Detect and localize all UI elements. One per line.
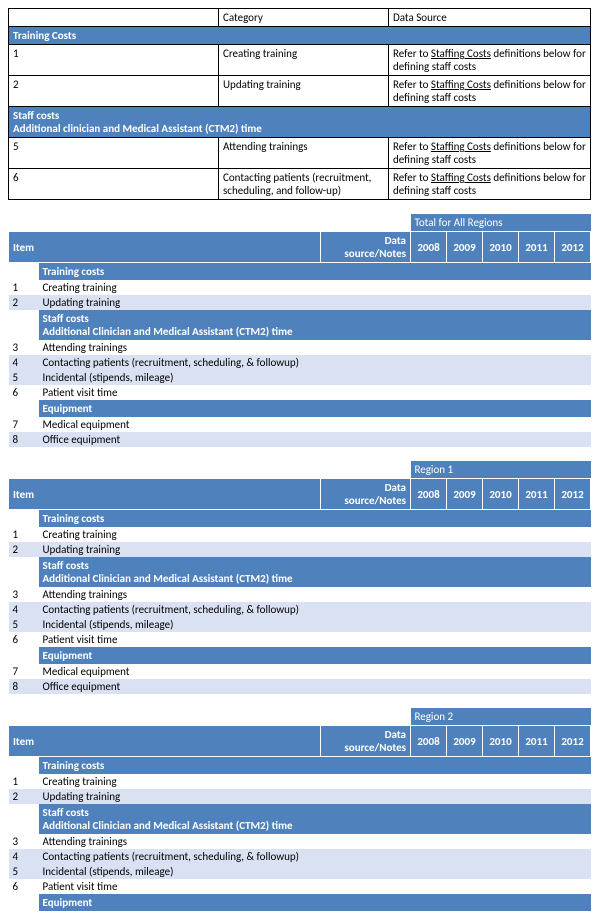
top-datasource-header: Data Source bbox=[389, 9, 591, 27]
item-header: Item bbox=[9, 232, 321, 263]
row-num: 5 bbox=[9, 138, 219, 169]
table-row: 5Incidental (stipends, mileage) bbox=[9, 370, 591, 385]
region-table-all: Total for All Regions Item Data source/N… bbox=[8, 214, 591, 447]
year-header: 2009 bbox=[447, 232, 483, 263]
region-title: Total for All Regions bbox=[411, 214, 591, 232]
top-blank-header bbox=[9, 9, 219, 27]
top-section-training: Training Costs bbox=[9, 27, 591, 45]
region-block-2: Region 2 Item Data source/Notes 2008 200… bbox=[8, 708, 591, 911]
top-row-5: 5 Attending trainings Refer to Staffing … bbox=[9, 138, 591, 169]
section-equipment: Equipment bbox=[9, 647, 591, 664]
section-training: Training costs bbox=[9, 263, 591, 281]
training-costs-header: Training Costs bbox=[9, 27, 591, 45]
row-category: Attending trainings bbox=[219, 138, 389, 169]
top-row-1: 1 Creating training Refer to Staffing Co… bbox=[9, 45, 591, 76]
table-row: 4Contacting patients (recruitment, sched… bbox=[9, 355, 591, 370]
row-datasource: Refer to Staffing Costs definitions belo… bbox=[389, 76, 591, 107]
top-row-6: 6 Contacting patients (recruitment, sche… bbox=[9, 169, 591, 200]
table-row: 5Incidental (stipends, mileage) bbox=[9, 864, 591, 879]
definitions-table: Category Data Source Training Costs 1 Cr… bbox=[8, 8, 591, 200]
section-staff: Staff costsAdditional Clinician and Medi… bbox=[9, 804, 591, 834]
item-header: Item bbox=[9, 479, 321, 510]
table-row: 7Medical equipment bbox=[9, 664, 591, 679]
section-equipment: Equipment bbox=[9, 894, 591, 911]
row-category: Updating training bbox=[219, 76, 389, 107]
region-block-1: Region 1 Item Data source/Notes 2008 200… bbox=[8, 461, 591, 694]
section-training: Training costs bbox=[9, 757, 591, 775]
year-header: 2008 bbox=[411, 479, 447, 510]
table-row: 2Updating training bbox=[9, 789, 591, 804]
section-staff: Staff costsAdditional Clinician and Medi… bbox=[9, 310, 591, 340]
region-block-all: Total for All Regions Item Data source/N… bbox=[8, 214, 591, 447]
year-header: 2012 bbox=[555, 726, 591, 757]
staffing-costs-link: Staffing Costs bbox=[431, 140, 491, 153]
table-row: 1Creating training bbox=[9, 527, 591, 542]
notes-header: Data source/Notes bbox=[321, 232, 411, 263]
year-header: 2011 bbox=[519, 232, 555, 263]
top-row-2: 2 Updating training Refer to Staffing Co… bbox=[9, 76, 591, 107]
table-row: 4Contacting patients (recruitment, sched… bbox=[9, 849, 591, 864]
table-row: 6Patient visit time bbox=[9, 632, 591, 647]
row-num: 6 bbox=[9, 169, 219, 200]
row-category: Contacting patients (recruitment, schedu… bbox=[219, 169, 389, 200]
year-header: 2012 bbox=[555, 232, 591, 263]
table-row: 3Attending trainings bbox=[9, 834, 591, 849]
table-row: 8Office equipment bbox=[9, 679, 591, 694]
row-datasource: Refer to Staffing Costs definitions belo… bbox=[389, 45, 591, 76]
row-num: 1 bbox=[9, 45, 219, 76]
region-title-row: Total for All Regions bbox=[9, 214, 591, 232]
year-header: 2011 bbox=[519, 726, 555, 757]
table-row: 6Patient visit time bbox=[9, 879, 591, 894]
table-row: 8Office equipment bbox=[9, 432, 591, 447]
table-row: 1Creating training bbox=[9, 774, 591, 789]
table-row: 6Patient visit time bbox=[9, 385, 591, 400]
top-section-staff: Staff costs Additional clinician and Med… bbox=[9, 107, 591, 138]
row-num: 2 bbox=[9, 76, 219, 107]
table-row: 5Incidental (stipends, mileage) bbox=[9, 617, 591, 632]
notes-header: Data source/Notes bbox=[321, 479, 411, 510]
row-datasource: Refer to Staffing Costs definitions belo… bbox=[389, 138, 591, 169]
staffing-costs-link: Staffing Costs bbox=[431, 47, 491, 60]
table-row: 3Attending trainings bbox=[9, 587, 591, 602]
table-row: 7Medical equipment bbox=[9, 417, 591, 432]
region-title: Region 1 bbox=[411, 461, 591, 479]
year-header: 2012 bbox=[555, 479, 591, 510]
year-header: 2011 bbox=[519, 479, 555, 510]
table-row: 3Attending trainings bbox=[9, 340, 591, 355]
year-header: 2008 bbox=[411, 726, 447, 757]
year-header: 2010 bbox=[483, 479, 519, 510]
region-table-1: Region 1 Item Data source/Notes 2008 200… bbox=[8, 461, 591, 694]
region-header-row: Item Data source/Notes 2008 2009 2010 20… bbox=[9, 479, 591, 510]
region-title: Region 2 bbox=[411, 708, 591, 726]
table-row: 2Updating training bbox=[9, 295, 591, 310]
region-header-row: Item Data source/Notes 2008 2009 2010 20… bbox=[9, 726, 591, 757]
table-row: 4Contacting patients (recruitment, sched… bbox=[9, 602, 591, 617]
section-equipment: Equipment bbox=[9, 400, 591, 417]
staff-costs-header: Staff costs Additional clinician and Med… bbox=[9, 107, 591, 138]
year-header: 2009 bbox=[447, 726, 483, 757]
year-header: 2010 bbox=[483, 232, 519, 263]
table-row: 1Creating training bbox=[9, 280, 591, 295]
section-training: Training costs bbox=[9, 510, 591, 528]
row-datasource: Refer to Staffing Costs definitions belo… bbox=[389, 169, 591, 200]
staffing-costs-link: Staffing Costs bbox=[431, 171, 491, 184]
region-title-row: Region 1 bbox=[9, 461, 591, 479]
row-category: Creating training bbox=[219, 45, 389, 76]
notes-header: Data source/Notes bbox=[321, 726, 411, 757]
region-header-row: Item Data source/Notes 2008 2009 2010 20… bbox=[9, 232, 591, 263]
region-table-2: Region 2 Item Data source/Notes 2008 200… bbox=[8, 708, 591, 911]
region-title-row: Region 2 bbox=[9, 708, 591, 726]
year-header: 2008 bbox=[411, 232, 447, 263]
year-header: 2009 bbox=[447, 479, 483, 510]
section-staff: Staff costsAdditional Clinician and Medi… bbox=[9, 557, 591, 587]
table-row: 2Updating training bbox=[9, 542, 591, 557]
year-header: 2010 bbox=[483, 726, 519, 757]
top-header-row: Category Data Source bbox=[9, 9, 591, 27]
item-header: Item bbox=[9, 726, 321, 757]
top-category-header: Category bbox=[219, 9, 389, 27]
staffing-costs-link: Staffing Costs bbox=[431, 78, 491, 91]
